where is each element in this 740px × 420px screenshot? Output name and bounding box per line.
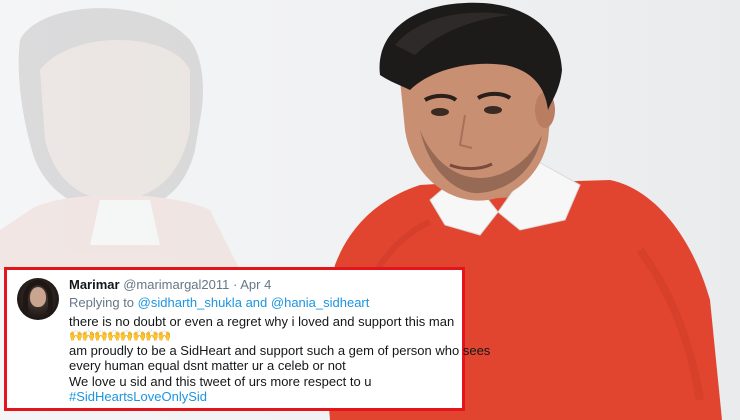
replying-to-line: Replying to @sidharth_shukla and @hania_… [69,295,369,310]
avatar-face [30,287,46,307]
tweet-line-2: am proudly to be a SidHeart and support … [69,342,491,358]
user-avatar[interactable] [17,278,59,320]
tweet-body: there is no doubt or even a regret why i… [69,314,491,405]
tweet-header: Marimar @marimargal2011 · Apr 4 [69,277,271,292]
replying-joiner: and [245,295,268,310]
tweet-line-3: every human equal dsnt matter ur a celeb… [69,358,346,373]
replying-prefix: Replying to [69,295,135,310]
tweet-date[interactable]: Apr 4 [240,277,271,292]
user-handle[interactable]: @marimargal2011 [123,277,229,292]
tweet-card[interactable]: Marimar @marimargal2011 · Apr 4 Replying… [4,267,491,411]
tweet-line-1: there is no doubt or even a regret why i… [69,314,455,329]
display-name[interactable]: Marimar [69,277,120,292]
mention-sidharth[interactable]: @sidharth_shukla [138,295,242,310]
tweet-line-4: We love u sid and this tweet of urs more… [69,373,372,389]
separator-dot: · [233,277,238,292]
mention-hania[interactable]: @hania_sidheart [271,295,369,310]
raised-hands-emoji-row: 🙌🙌🙌🙌🙌🙌🙌🙌 [69,329,172,342]
hashtag-link[interactable]: #SidHeartsLoveOnlySid [69,389,459,405]
faded-portrait [0,8,240,270]
